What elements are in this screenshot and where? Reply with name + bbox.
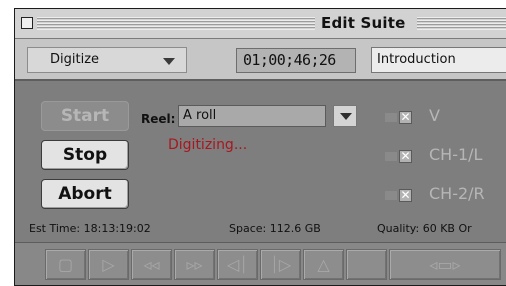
start-button[interactable]: Start: [41, 101, 129, 131]
edit-suite-window: Edit Suite Digitize 01;00;46;26 Introduc…: [14, 8, 506, 286]
step-forward-icon-glyph: ⏐▷: [269, 255, 292, 274]
chevron-down-icon: [340, 113, 352, 120]
rewind-icon-glyph: ◃◃: [143, 255, 160, 274]
track-indicator: [385, 113, 397, 122]
chevron-down-icon: [163, 58, 175, 65]
mode-popup-label: Digitize: [50, 52, 100, 67]
quality-text: Quality: 60 KB Or: [377, 222, 472, 235]
reel-label: Reel:: [141, 112, 176, 126]
close-box[interactable]: [21, 17, 33, 29]
title-bar[interactable]: Edit Suite: [15, 9, 506, 39]
fast-forward-icon-glyph: ▹▹: [186, 255, 203, 274]
eject-icon-glyph: △: [317, 255, 330, 274]
mode-popup[interactable]: Digitize: [27, 47, 187, 73]
rewind-icon[interactable]: ◃◃: [131, 249, 172, 280]
track-v-label: V: [429, 106, 440, 125]
transport-bar: ▢ ▷ ◃◃ ▹▹ ◁⏐ ⏐▷ △ ◃▭▹: [15, 242, 506, 285]
est-time-text: Est Time: 18:13:19:02: [29, 222, 151, 235]
track-ch1-label: CH-1/L: [429, 145, 483, 164]
shuttle-icon-glyph: ◃▭▹: [429, 255, 461, 274]
window-title: Edit Suite: [321, 14, 406, 32]
track-indicator: [385, 191, 397, 200]
shuttle-icon[interactable]: ◃▭▹: [389, 249, 501, 280]
toolbar: Digitize 01;00;46;26 Introduction: [15, 39, 506, 81]
title-bar-stripes: [37, 17, 315, 30]
step-forward-icon[interactable]: ⏐▷: [260, 249, 301, 280]
status-text: Digitizing...: [168, 137, 248, 153]
track-v-checkbox[interactable]: ✕: [399, 111, 412, 124]
step-back-icon-glyph: ◁⏐: [226, 255, 249, 274]
eject-icon[interactable]: △: [303, 249, 344, 280]
space-text: Space: 112.6 GB: [229, 222, 321, 235]
play-icon[interactable]: ▷: [88, 249, 129, 280]
stop-button[interactable]: Stop: [41, 140, 129, 170]
stop-icon-glyph: ▢: [57, 255, 74, 274]
clip-name-field[interactable]: Introduction: [371, 47, 506, 73]
stop-icon[interactable]: ▢: [45, 249, 86, 280]
track-ch2-checkbox[interactable]: ✕: [399, 189, 412, 202]
title-bar-stripes: [417, 17, 506, 30]
reel-popup-button[interactable]: [333, 105, 357, 127]
play-icon-glyph: ▷: [102, 255, 115, 274]
track-indicator: [385, 152, 397, 161]
track-ch2-label: CH-2/R: [429, 184, 485, 203]
abort-button[interactable]: Abort: [41, 179, 129, 209]
fast-forward-icon[interactable]: ▹▹: [174, 249, 215, 280]
shuttle-left-cap[interactable]: [346, 249, 387, 280]
timecode-display[interactable]: 01;00;46;26: [236, 48, 356, 73]
reel-field[interactable]: A roll: [178, 105, 326, 127]
track-ch1-checkbox[interactable]: ✕: [399, 150, 412, 163]
step-back-icon[interactable]: ◁⏐: [217, 249, 258, 280]
